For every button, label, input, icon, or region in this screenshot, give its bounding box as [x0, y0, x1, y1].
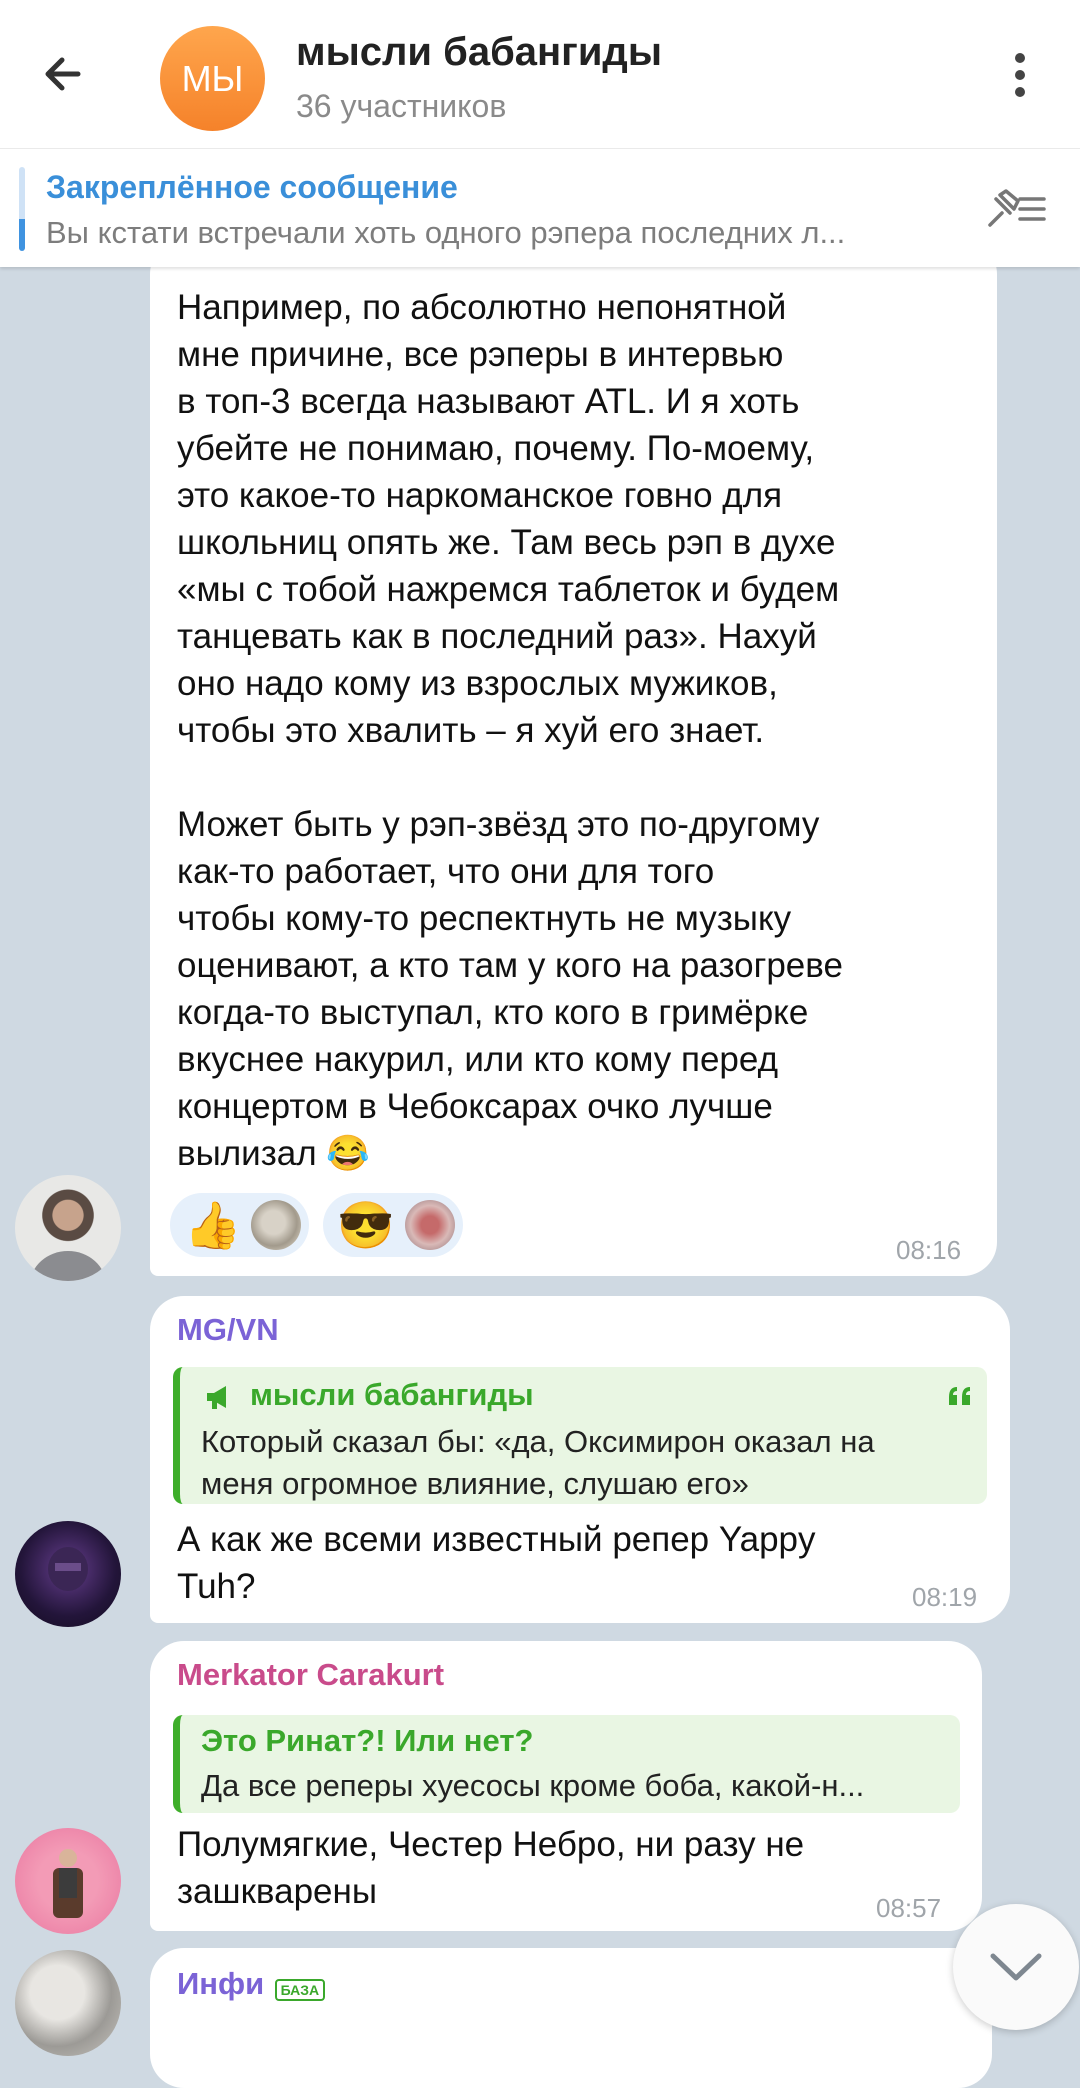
- message-bubble[interactable]: Инфи БАЗА: [150, 1948, 992, 2088]
- reactor-avatar: [404, 1200, 455, 1250]
- reactor-avatar: [251, 1200, 302, 1250]
- quote-text: Который сказал бы: «да, Оксимирон оказал…: [201, 1424, 875, 1501]
- message-time: 08:16: [896, 1235, 962, 1265]
- admin-badge: БАЗА: [274, 1978, 326, 2001]
- more-vert-icon[interactable]: [1002, 50, 1038, 100]
- pinned-title: Закреплённое сообщение: [46, 169, 458, 205]
- pinned-text: Вы кстати встречали хоть одного рэпера п…: [46, 215, 846, 250]
- member-count: 36 участников: [296, 88, 507, 124]
- chevron-down-icon: [990, 1953, 1042, 1981]
- sender-row: Инфи БАЗА: [177, 1966, 326, 2002]
- person-in-chair-icon: [53, 1849, 83, 1918]
- chat-header: МЫ мысли бабангиды 36 участников: [0, 0, 1080, 148]
- message-bubble[interactable]: Например, по абсолютно непонятной мне пр…: [150, 240, 997, 1276]
- pinned-indicator: [19, 167, 25, 251]
- quote-title: Это Ринат?! Или нет?: [201, 1723, 534, 1758]
- quote-mark-icon: [949, 1387, 970, 1405]
- chat-title[interactable]: мысли бабангиды: [296, 30, 662, 75]
- sender-name[interactable]: Инфи: [177, 1966, 264, 2001]
- pinned-list-icon[interactable]: [984, 185, 1048, 231]
- reply-quote[interactable]: мысли бабангиды Который сказал бы: «да, …: [173, 1367, 987, 1504]
- user-avatar[interactable]: [15, 1950, 121, 2056]
- message-time: 08:57: [876, 1893, 942, 1923]
- pinned-message-bar[interactable]: Закреплённое сообщение Вы кстати встреча…: [0, 148, 1080, 267]
- user-avatar[interactable]: [15, 1828, 121, 1934]
- user-avatar[interactable]: [15, 1175, 121, 1281]
- message-bubble[interactable]: Merkator Carakurt Это Ринат?! Или нет? Д…: [150, 1641, 982, 1931]
- reaction-sunglasses[interactable]: 😎: [323, 1193, 463, 1257]
- reaction-thumbs-up[interactable]: 👍: [170, 1193, 310, 1257]
- user-avatar[interactable]: [15, 1521, 121, 1627]
- thumbs-up-icon: 👍: [184, 1199, 242, 1251]
- sunglasses-face-icon: 😎: [337, 1199, 395, 1251]
- message-bubble[interactable]: MG/VN мысли бабангиды Который сказал бы:…: [150, 1296, 1010, 1623]
- quote-title: мысли бабангиды: [250, 1377, 534, 1412]
- back-arrow-icon[interactable]: [38, 44, 98, 104]
- quote-text: Да все реперы хуесосы кроме боба, какой-…: [201, 1768, 865, 1803]
- sender-name[interactable]: Merkator Carakurt: [177, 1657, 444, 1693]
- reply-quote[interactable]: Это Ринат?! Или нет? Да все реперы хуесо…: [173, 1715, 960, 1813]
- megaphone-icon: [207, 1386, 226, 1409]
- reactions-row: 👍 😎: [170, 1193, 463, 1257]
- message-text: Например, по абсолютно непонятной мне пр…: [177, 288, 843, 1173]
- scroll-down-button[interactable]: [953, 1904, 1079, 2030]
- message-text: Полумягкие, Честер Небро, ни разу не заш…: [177, 1825, 805, 1911]
- person-icon: [30, 1251, 106, 1281]
- message-text: А как же всеми известный репер Yappy Tuh…: [177, 1520, 816, 1606]
- sender-name[interactable]: MG/VN: [177, 1312, 279, 1348]
- character-icon: [48, 1547, 88, 1591]
- message-time: 08:19: [912, 1582, 978, 1612]
- group-avatar[interactable]: МЫ: [160, 26, 265, 131]
